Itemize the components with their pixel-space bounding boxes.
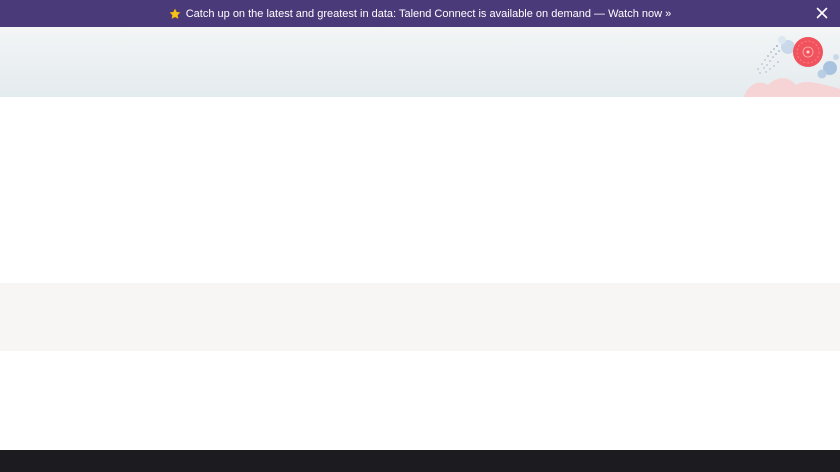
close-icon[interactable]: [816, 7, 828, 19]
announcement-text: Catch up on the latest and greatest in d…: [185, 7, 672, 20]
footer: [0, 450, 840, 472]
content-band: [0, 283, 840, 351]
hero-header: [0, 27, 840, 97]
star-icon: [169, 7, 181, 19]
announcement-link[interactable]: Catch up on the latest and greatest in d…: [169, 7, 672, 20]
decorative-bubbles-illustration: [744, 36, 840, 97]
content-area: [0, 97, 840, 283]
announcement-banner: Catch up on the latest and greatest in d…: [0, 0, 840, 27]
